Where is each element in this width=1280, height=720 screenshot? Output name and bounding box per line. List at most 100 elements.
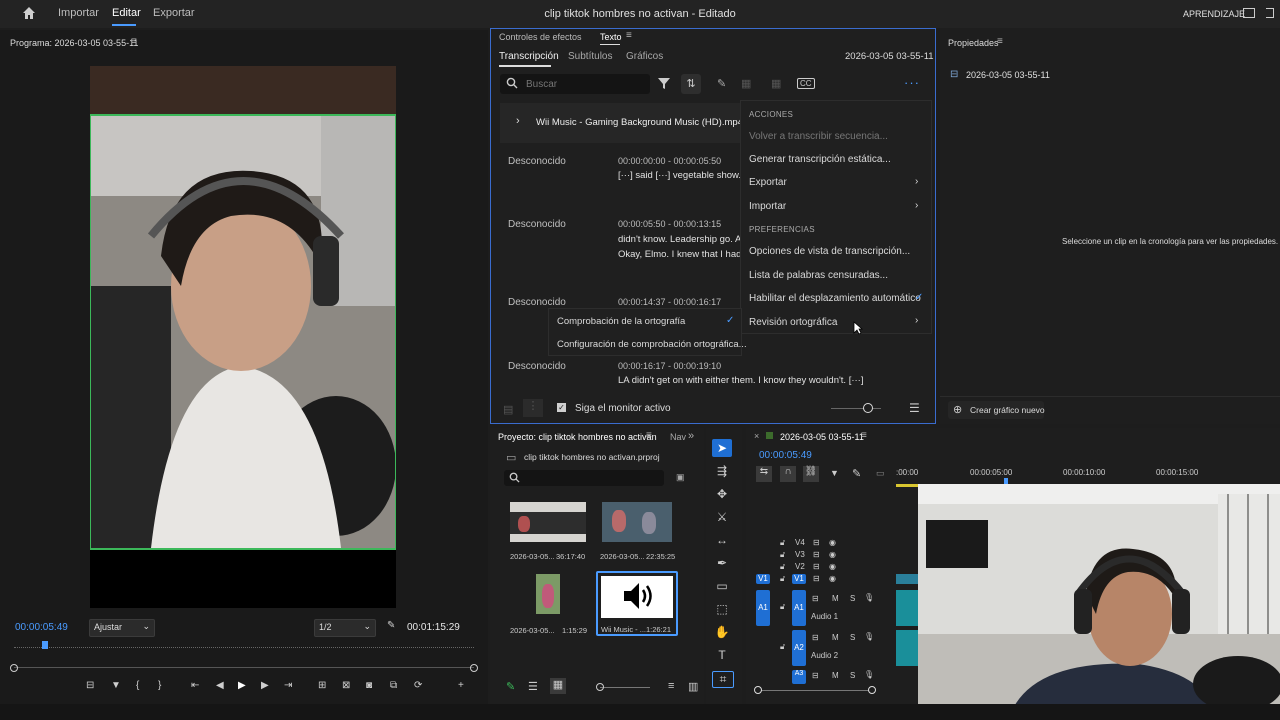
mark-out-icon[interactable]: } [158,680,161,691]
properties-menu-icon[interactable]: ≡ [997,36,1003,47]
project-item-thumb[interactable] [536,574,560,614]
play-icon[interactable]: ▶ [238,680,246,691]
follow-monitor-checkbox[interactable]: ✓ [557,403,566,412]
icon-view-icon[interactable]: ▦ [550,678,566,694]
zoom-bar[interactable] [10,664,478,672]
a1-clip[interactable] [896,590,920,626]
split-segment-icon[interactable]: ▦ [771,77,781,90]
split-icon[interactable]: ⇅ [681,74,701,94]
tab-text[interactable]: Texto [600,32,622,42]
solo-button[interactable]: S [850,594,855,603]
source-patch-v1[interactable]: V1 [756,574,770,584]
rectangle-tool-icon[interactable]: ▭ [712,579,732,593]
menu-item-generate-static[interactable]: Generar transcripción estática... [749,154,891,165]
step-forward-icon[interactable]: ▶ [261,680,269,691]
list-view-icon[interactable]: ☰ [528,680,538,693]
microphone-icon[interactable]: 🎙︎ [864,670,874,679]
track-sync-icon[interactable]: ⊟ [813,562,820,571]
solo-button[interactable]: S [850,671,855,680]
track-select-tool-icon[interactable]: ⇶ [712,464,732,478]
speaker-label[interactable]: Desconocido [508,219,566,230]
program-video[interactable] [90,66,396,608]
track-label-a3[interactable]: A3 [792,670,806,684]
track-lock-icon[interactable]: 🔓︎ [780,538,785,548]
tab-transcription[interactable]: Transcripción [499,51,559,62]
frame-tool-icon[interactable]: ⬚ [712,602,732,616]
clip-header[interactable]: › Wii Music - Gaming Background Music (H… [500,103,751,143]
wrench-icon[interactable]: ✎ [852,467,861,480]
v1-clip[interactable] [896,574,920,584]
solo-button[interactable]: S [850,633,855,642]
linked-selection-icon[interactable]: ⛓ [803,466,819,482]
insert-icon[interactable]: ⊞ [318,680,326,691]
learning-button[interactable]: APRENDIZAJE [1183,9,1245,19]
pencil-icon[interactable]: ✎ [506,680,515,693]
a2-clip[interactable] [896,630,920,666]
automate-icon[interactable]: ▥ [688,680,698,693]
eye-icon[interactable]: ◉ [829,574,836,583]
eye-icon[interactable]: ◉ [829,550,836,559]
settings-sliders-icon[interactable]: ☰ [909,401,920,415]
tab-subtitles[interactable]: Subtítulos [568,51,612,62]
more-options-icon[interactable]: ··· [904,75,920,90]
filter-icon[interactable] [657,76,671,93]
project-item-thumb[interactable] [602,502,672,542]
submenu-item-spell-config[interactable]: Configuración de comprobación ortográfic… [557,339,747,350]
fit-dropdown[interactable]: Ajustar ⌄ [89,619,155,637]
program-current-timecode[interactable]: 00:00:05:49 [15,622,68,633]
segment-text[interactable]: [···] said [···] vegetable show. C [618,170,741,181]
proxy-icon[interactable]: ⟳ [414,680,422,691]
more-panels-icon[interactable]: » [688,430,694,442]
workspace-icon[interactable] [1243,8,1255,18]
text-panel-menu-icon[interactable]: ≡ [626,30,632,41]
sort-icon[interactable]: ≡ [668,680,674,692]
zoom-handle-left[interactable] [10,664,18,672]
program-scrubber[interactable] [14,641,474,653]
pen-tool-icon[interactable]: ✒ [712,556,732,570]
mute-button[interactable]: M [832,633,839,642]
lift-icon[interactable]: ⊟ [86,680,94,691]
mark-in-icon[interactable]: { [136,680,139,691]
step-back-icon[interactable]: ◀ [216,680,224,691]
segment-text[interactable]: didn't know. Leadership go. An [618,234,741,245]
menu-item-import[interactable]: Importar [749,201,786,212]
track-sync-icon[interactable]: ⊟ [812,594,819,603]
menu-item-autoscroll[interactable]: Habilitar el desplazamiento automático [749,293,921,304]
text-size-slider[interactable] [831,403,881,413]
track-sync-icon[interactable]: ⊟ [813,538,820,547]
project-title[interactable]: Proyecto: clip tiktok hombres no activan [498,432,657,442]
menu-item-export[interactable]: Exportar [749,177,787,188]
program-menu-icon[interactable]: ≡ [131,36,137,47]
track-label-a2[interactable]: A2 [792,630,806,666]
nest-toggle-icon[interactable]: ⇆ [756,466,772,482]
add-marker-icon[interactable]: ▼ [111,680,121,691]
fullscreen-icon[interactable] [1266,8,1274,18]
overwrite-icon[interactable]: ⊠ [342,680,350,691]
go-to-in-icon[interactable]: ⇤ [191,680,199,691]
search-field[interactable] [500,74,650,94]
captions-icon[interactable]: CC [797,78,815,89]
text-size-slider-thumb[interactable] [863,403,873,413]
playhead-marker[interactable] [42,641,48,649]
quality-dropdown[interactable]: 1/2 ⌄ [314,619,376,637]
close-icon[interactable]: × [754,431,759,441]
new-bin-icon[interactable]: ▣ [676,472,685,483]
add-marker-icon[interactable]: ▼ [830,468,839,478]
track-sync-icon[interactable]: ⊟ [813,574,820,583]
zoom-handle-right[interactable] [868,686,876,694]
menu-item-spell-check[interactable]: Revisión ortográfica [749,317,837,328]
eye-icon[interactable]: ◉ [829,538,836,547]
track-sync-icon[interactable]: ⊟ [813,550,820,559]
timeline-timecode[interactable]: 00:00:05:49 [759,450,812,461]
track-lock-icon[interactable]: 🔓︎ [780,602,785,612]
caption-tool-icon[interactable]: ⌗ [712,671,734,688]
track-lock-icon[interactable]: 🔓︎ [780,574,785,584]
track-label-v1[interactable]: V1 [792,574,806,584]
type-tool-icon[interactable]: T [712,648,732,662]
mute-button[interactable]: M [832,671,839,680]
timeline-menu-icon[interactable]: ≡ [861,430,867,441]
menu-item-view-options[interactable]: Opciones de vista de transcripción... [749,246,910,257]
track-label-a1[interactable]: A1 [792,590,806,626]
segment-text[interactable]: LA didn't get on with either them. I kno… [618,375,918,386]
compare-icon[interactable]: ⧉ [390,680,397,691]
